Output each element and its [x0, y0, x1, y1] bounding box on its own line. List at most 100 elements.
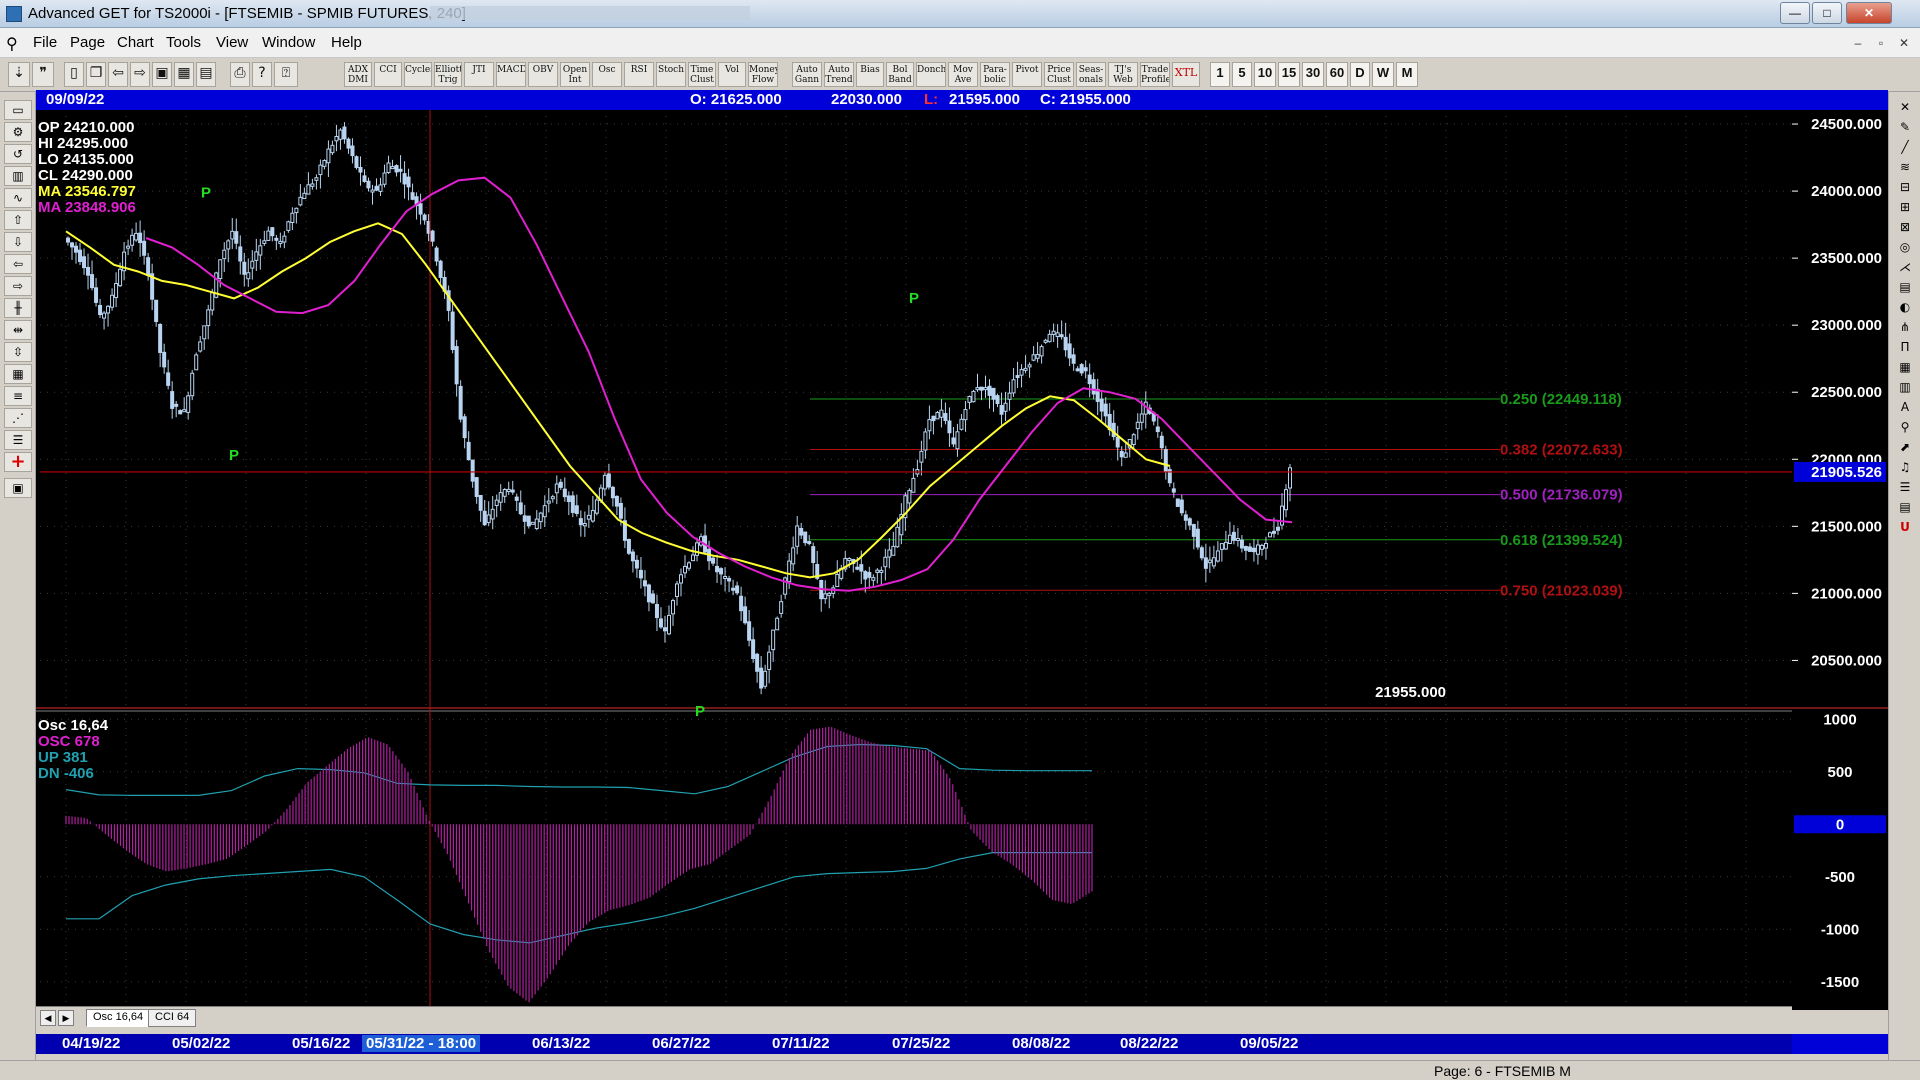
timeframe-30-button[interactable]: 30	[1302, 62, 1324, 87]
crosshair-icon[interactable]: +	[4, 452, 32, 472]
fib-ext-icon[interactable]: ⊞	[1893, 198, 1917, 216]
fib-ret-icon[interactable]: ⊟	[1893, 178, 1917, 196]
study-open-int-button[interactable]: Open Int	[560, 62, 590, 87]
compress-icon[interactable]: ⇹	[4, 320, 32, 340]
price-chart[interactable]: 0.250 (22449.118) 0.382 (22072.633) 0.500 …	[36, 110, 1888, 1010]
back-icon[interactable]: ⇦	[108, 62, 128, 87]
app-menu-icon[interactable]: ⚲	[6, 34, 18, 54]
study-jti-button[interactable]: JTI	[464, 62, 494, 87]
arrow-down-icon[interactable]: ⇩	[4, 232, 32, 252]
gann-icon[interactable]: ⋰	[4, 408, 32, 428]
menu-page[interactable]: Page	[70, 34, 105, 51]
help-pointer-icon[interactable]: ⍰	[274, 62, 298, 87]
close-button[interactable]: ✕	[1846, 2, 1892, 24]
hint-icon[interactable]: ?	[252, 62, 272, 87]
close-x-icon[interactable]: ✕	[1893, 98, 1917, 116]
spiral-icon[interactable]: ◎	[1893, 238, 1917, 256]
table-icon[interactable]: ▦	[1893, 358, 1917, 376]
pointer-icon[interactable]: ⇣	[8, 62, 30, 87]
multi-line-icon[interactable]: ≋	[1893, 158, 1917, 176]
list-icon[interactable]: ☰	[1893, 478, 1917, 496]
menu-chart[interactable]: Chart	[117, 34, 154, 51]
undo-icon[interactable]: U	[1893, 518, 1917, 536]
study-macd-button[interactable]: MACD	[496, 62, 526, 87]
lines-icon[interactable]: ≡	[4, 386, 32, 406]
study-trade-profile-button[interactable]: Trade Profile	[1140, 62, 1170, 87]
mob-icon[interactable]: ▥	[1893, 378, 1917, 396]
channel-icon[interactable]: ▤	[1893, 278, 1917, 296]
study-icon[interactable]: ▥	[4, 166, 32, 186]
print-icon[interactable]: ⎙	[230, 62, 250, 87]
arrow-tool-icon[interactable]: ⬈	[1893, 438, 1917, 456]
stretch-icon[interactable]: ⇳	[4, 342, 32, 362]
study-seasonals-button[interactable]: Seas-onals	[1076, 62, 1106, 87]
tab-next-icon[interactable]: ▶	[58, 1010, 74, 1026]
timeframe-daily-button[interactable]: D	[1350, 62, 1370, 87]
menu-window[interactable]: Window	[262, 34, 315, 51]
study-auto-gann-button[interactable]: Auto Gann	[792, 62, 822, 87]
bell-icon[interactable]: ♫	[1893, 458, 1917, 476]
study-osc-button[interactable]: Osc	[592, 62, 622, 87]
study-cci-button[interactable]: CCI	[374, 62, 402, 87]
study-price-clust-button[interactable]: Price Clust	[1044, 62, 1074, 87]
forward-icon[interactable]: ⇨	[130, 62, 150, 87]
study-adx-dmi-button[interactable]: ADX DMI	[344, 62, 372, 87]
pen-icon[interactable]: ✎	[1893, 118, 1917, 136]
report-icon[interactable]: ▤	[1893, 498, 1917, 516]
study-money-flow-button[interactable]: Money Flow	[748, 62, 778, 87]
study-bias-button[interactable]: Bias	[856, 62, 884, 87]
arrow-left-icon[interactable]: ⇦	[4, 254, 32, 274]
timeframe-monthly-button[interactable]: M	[1396, 62, 1418, 87]
study-obv-button[interactable]: OBV	[528, 62, 558, 87]
mdi-restore-button[interactable]: ▫	[1871, 34, 1891, 52]
timeframe-15-button[interactable]: 15	[1278, 62, 1300, 87]
study-stoch-button[interactable]: Stoch	[656, 62, 686, 87]
timeframe-60-button[interactable]: 60	[1326, 62, 1348, 87]
tab-cci[interactable]: CCI 64	[148, 1009, 197, 1027]
menu-tools[interactable]: Tools	[166, 34, 201, 51]
grid-toggle-icon[interactable]: ▦	[4, 364, 32, 384]
fib-icon[interactable]: ☰	[4, 430, 32, 450]
study-donch-button[interactable]: Donch	[916, 62, 946, 87]
study-time-clust-button[interactable]: Time Clust	[688, 62, 716, 87]
timeframe-10-button[interactable]: 10	[1254, 62, 1276, 87]
mdi-close-button[interactable]: ✕	[1894, 34, 1914, 52]
study-rsi-button[interactable]: RSI	[624, 62, 654, 87]
minimize-button[interactable]: —	[1780, 2, 1810, 24]
tab-osc[interactable]: Osc 16,64	[86, 1009, 151, 1027]
new-page-icon[interactable]: ▯	[64, 62, 84, 87]
study-bol-band-button[interactable]: Bol Band	[886, 62, 914, 87]
study-tjs-web-button[interactable]: TJ's Web	[1108, 62, 1138, 87]
grid-icon[interactable]: ▦	[174, 62, 194, 87]
copy-icon[interactable]: ❐	[86, 62, 106, 87]
timeframe-weekly-button[interactable]: W	[1372, 62, 1394, 87]
study-parabolic-button[interactable]: Para-bolic	[980, 62, 1010, 87]
maximize-button[interactable]: □	[1812, 2, 1842, 24]
tab-prev-icon[interactable]: ◀	[40, 1010, 56, 1026]
arrow-up-icon[interactable]: ⇧	[4, 210, 32, 230]
timeframe-1-button[interactable]: 1	[1210, 62, 1230, 87]
study-pivot-button[interactable]: Pivot	[1012, 62, 1042, 87]
magnify-icon[interactable]: ⚲	[1893, 418, 1917, 436]
layout-icon[interactable]: ▣	[152, 62, 172, 87]
menu-help[interactable]: Help	[331, 34, 362, 51]
elliott-icon[interactable]: ∿	[4, 188, 32, 208]
text-icon[interactable]: A	[1893, 398, 1917, 416]
study-xtl-button[interactable]: XTL	[1172, 62, 1200, 87]
study-elliott-trig-button[interactable]: Elliott Trig	[434, 62, 462, 87]
pti-icon[interactable]: Π	[1893, 338, 1917, 356]
bars-icon[interactable]: ╫	[4, 298, 32, 318]
ecps-icon[interactable]: ◐	[1893, 298, 1917, 316]
menu-file[interactable]: File	[33, 34, 57, 51]
reset-icon[interactable]: ↺	[4, 144, 32, 164]
save-icon[interactable]: ▣	[4, 478, 32, 498]
study-vol-button[interactable]: Vol	[718, 62, 746, 87]
open-folder-icon[interactable]: ▭	[4, 100, 32, 120]
timeframe-5-button[interactable]: 5	[1232, 62, 1252, 87]
mdi-minimize-button[interactable]: –	[1848, 34, 1868, 52]
fib-time-icon[interactable]: ⊠	[1893, 218, 1917, 236]
frame-icon[interactable]: ▤	[196, 62, 216, 87]
menu-view[interactable]: View	[216, 34, 248, 51]
pitchfork-icon[interactable]: ⋔	[1893, 318, 1917, 336]
zoom-tools-icon[interactable]: ⚙	[4, 122, 32, 142]
